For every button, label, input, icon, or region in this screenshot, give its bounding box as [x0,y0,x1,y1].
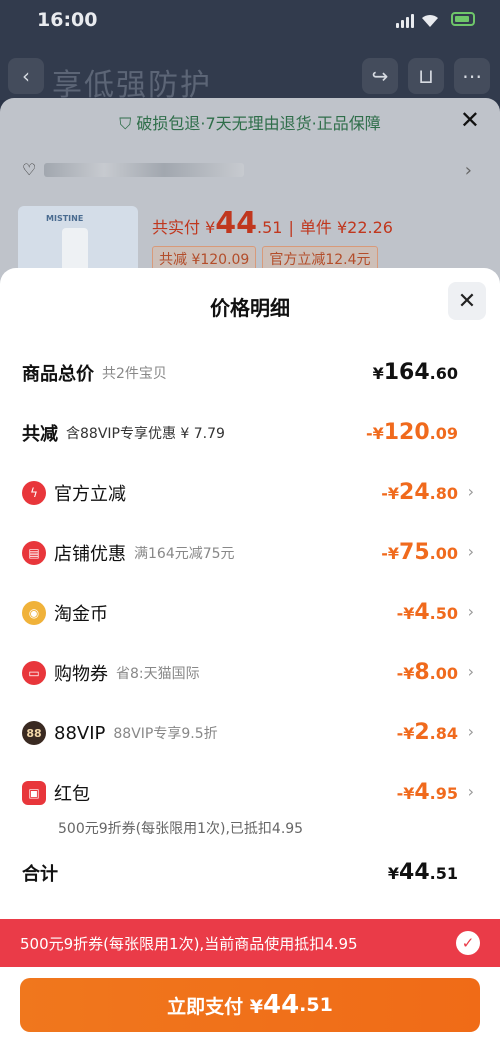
actual-payment: 共实付 ¥44.51 | 单件 ¥22.26 [152,206,393,241]
row-amount: -¥24.80 [381,480,458,505]
row-label: 商品总价 [22,364,94,385]
row-amount: -¥4.95 [396,780,458,805]
banner-text: 500元9折券(每张限用1次),当前商品使用抵扣4.95 [20,934,358,953]
price-detail-sheet: 价格明细 ✕ 商品总价 共2件宝贝 ¥164.60 共减 含88VIP专享优惠 … [0,268,500,1039]
more-icon[interactable]: ⋯ [454,58,490,94]
row-label: 88VIP [54,722,106,744]
chevron-right-icon: › [467,542,474,561]
vip-icon: 88 [22,721,46,745]
red-packet-icon: ▣ [22,781,46,805]
row-amount: -¥4.50 [396,600,458,625]
chevron-right-icon: › [464,160,472,181]
pay-now-button[interactable]: 立即支付 ¥44.51 [20,978,480,1032]
row-sub: 共2件宝贝 [102,366,167,382]
row-amount: ¥44.51 [387,860,458,885]
row-label: 购物券 [54,664,108,685]
row-label: 合计 [22,864,58,885]
row-amount: -¥120.09 [365,420,458,445]
coupon-banner[interactable]: 500元9折券(每张限用1次),当前商品使用抵扣4.95 ✓ [0,919,500,967]
chevron-right-icon: › [467,482,474,501]
coin-icon: ◉ [22,601,46,625]
row-label: 红包 [54,784,90,805]
battery-icon [451,12,475,26]
back-icon[interactable]: ‹ [8,58,44,94]
guarantee-text: ⛉ 破损包退·7天无理由退货·正品保障 [119,114,381,133]
row-label: 淘金币 [54,604,108,625]
discount-row-88vip[interactable]: 88 88VIP 88VIP专享9.5折 -¥2.84 › [22,718,478,748]
row-amount: -¥8.00 [396,660,458,685]
shop-icon: ▤ [22,541,46,565]
check-icon[interactable]: ✓ [456,931,480,955]
share-icon[interactable]: ↪ [362,58,398,94]
row-amount: -¥2.84 [396,720,458,745]
discount-row-shop[interactable]: ▤ 店铺优惠 满164元减75元 -¥75.00 › [22,538,478,568]
close-icon[interactable]: ✕ [460,106,480,134]
wifi-icon [422,14,438,27]
row-label: 共减 [22,424,58,445]
signal-icon [396,14,414,28]
status-bar: 16:00 [0,0,500,44]
heart-icon: ♡ [22,160,37,179]
discount-row-voucher[interactable]: ▭ 购物券 省8:天猫国际 -¥8.00 › [22,658,478,688]
row-amount: -¥75.00 [381,540,458,565]
discount-row-official[interactable]: ϟ 官方立减 -¥24.80 › [22,478,478,508]
chevron-right-icon: › [467,782,474,801]
row-sub: 含88VIP专享优惠 ¥ 7.79 [66,426,225,442]
chevron-right-icon: › [467,602,474,621]
cart-icon[interactable]: ⊔ [408,58,444,94]
shop-row[interactable]: ♡ [22,160,245,179]
shop-name-blurred [44,162,245,177]
lightning-icon: ϟ [22,481,46,505]
close-button[interactable]: ✕ [448,282,486,320]
row-label: 官方立减 [54,484,126,505]
total-reduce-row: 共减 含88VIP专享优惠 ¥ 7.79 -¥120.09 [22,418,478,448]
row-sub: 88VIP专享9.5折 [113,726,218,742]
discount-row-redpacket[interactable]: ▣ 红包 -¥4.95 › [22,778,478,808]
row-sub: 满164元减75元 [134,546,235,562]
discount-row-coin[interactable]: ◉ 淘金币 -¥4.50 › [22,598,478,628]
sum-row: 合计 ¥44.51 [22,858,478,888]
shield-icon: ⛉ [119,114,137,133]
total-price-row: 商品总价 共2件宝贝 ¥164.60 [22,358,478,388]
background-topbar: ‹ 享低强防护 ↪ ⊔ ⋯ [0,58,500,103]
product-brand: MISTINE [46,214,84,223]
sheet-title: 价格明细 [210,296,290,320]
close-icon: ✕ [457,288,477,314]
row-amount: ¥164.60 [372,360,458,385]
chevron-right-icon: › [467,662,474,681]
redpacket-note: 500元9折券(每张限用1次),已抵扣4.95 [58,821,304,837]
ticket-icon: ▭ [22,661,46,685]
row-label: 店铺优惠 [54,544,126,565]
chevron-right-icon: › [467,722,474,741]
row-sub: 省8:天猫国际 [116,666,200,682]
status-time: 16:00 [37,9,98,31]
